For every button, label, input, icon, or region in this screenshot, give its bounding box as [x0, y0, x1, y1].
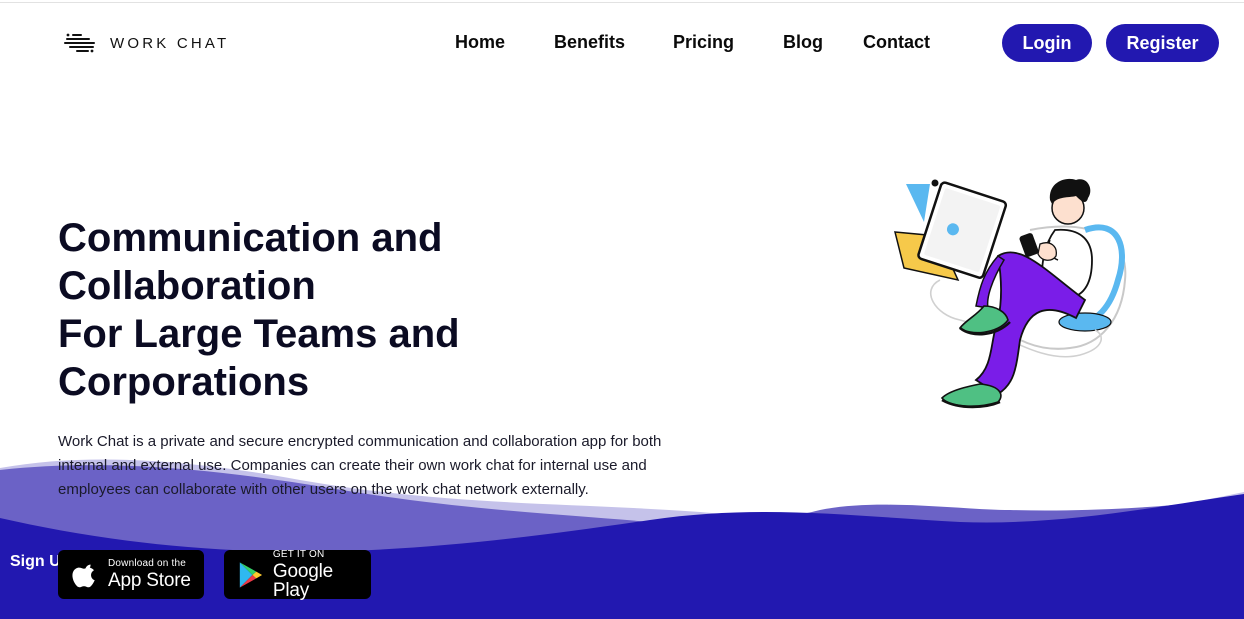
app-store-button[interactable]: Download on the App Store — [58, 550, 204, 599]
chair-seat — [1058, 312, 1112, 332]
apple-icon — [72, 564, 95, 587]
hero-title-line: Corporations — [58, 360, 310, 404]
hero-title: Communication and Collaboration For Larg… — [58, 214, 618, 406]
top-border — [0, 2, 1244, 3]
nav-pricing[interactable]: Pricing — [673, 32, 734, 53]
nav-benefits[interactable]: Benefits — [554, 32, 625, 53]
signup-link[interactable]: Sign U — [10, 553, 61, 571]
login-button[interactable]: Login — [1002, 24, 1092, 62]
app-store-small-text: Download on the — [108, 558, 187, 569]
google-play-icon — [239, 561, 263, 588]
google-play-big-text: Google Play — [272, 560, 333, 601]
blue-shape — [906, 184, 930, 222]
hero-description: Work Chat is a private and secure encryp… — [58, 433, 662, 498]
google-play-small-text: GET IT ON — [272, 548, 325, 560]
hero-title-line: For Large Teams and — [58, 312, 460, 356]
nav-home[interactable]: Home — [455, 32, 505, 53]
dot — [931, 179, 939, 187]
hero-title-line: Communication and — [58, 216, 443, 260]
app-store-big-text: App Store — [108, 570, 191, 591]
nav-contact[interactable]: Contact — [863, 32, 930, 53]
nav-blog[interactable]: Blog — [783, 32, 823, 53]
hero-title-line: Collaboration — [58, 264, 316, 308]
person-at-computer-illustration — [894, 178, 1127, 409]
register-button[interactable]: Register — [1106, 24, 1219, 62]
google-play-button[interactable]: GET IT ON Google Play — [224, 548, 371, 601]
